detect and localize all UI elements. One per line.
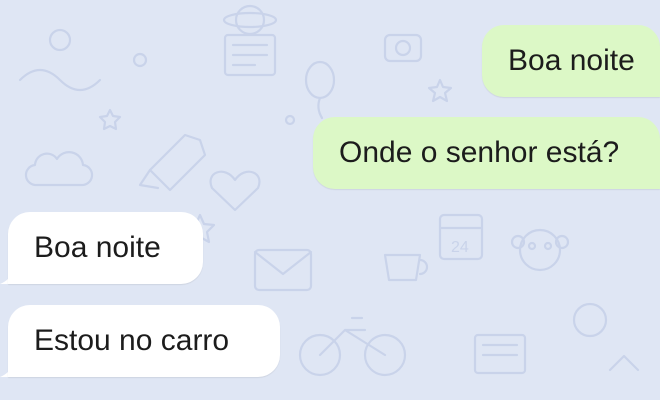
coffee-icon [383,253,429,282]
incoming-message-bubble[interactable]: Estou no carro [8,305,280,377]
outgoing-message-bubble[interactable]: Onde o senhor está? [313,117,660,189]
monkey-icon [510,228,570,272]
heart-icon [209,170,261,212]
calendar-icon: 24 [438,213,484,261]
planet-icon [222,4,278,36]
envelope-icon [253,248,313,292]
message-text: Estou no carro [34,324,230,357]
message-text: Boa noite [34,231,161,264]
balloon-icon [304,60,336,120]
incoming-message-bubble[interactable]: Boa noite [8,212,203,284]
message-text: Onde o senhor está? [339,136,620,169]
cloud-icon [24,151,94,187]
outgoing-message-bubble[interactable]: Boa noite [482,25,660,97]
svg-text:24: 24 [451,239,469,256]
message-text: Boa noite [508,44,635,77]
bicycle-icon [298,316,407,377]
rocket-icon [138,133,207,192]
camera-icon [383,33,423,63]
